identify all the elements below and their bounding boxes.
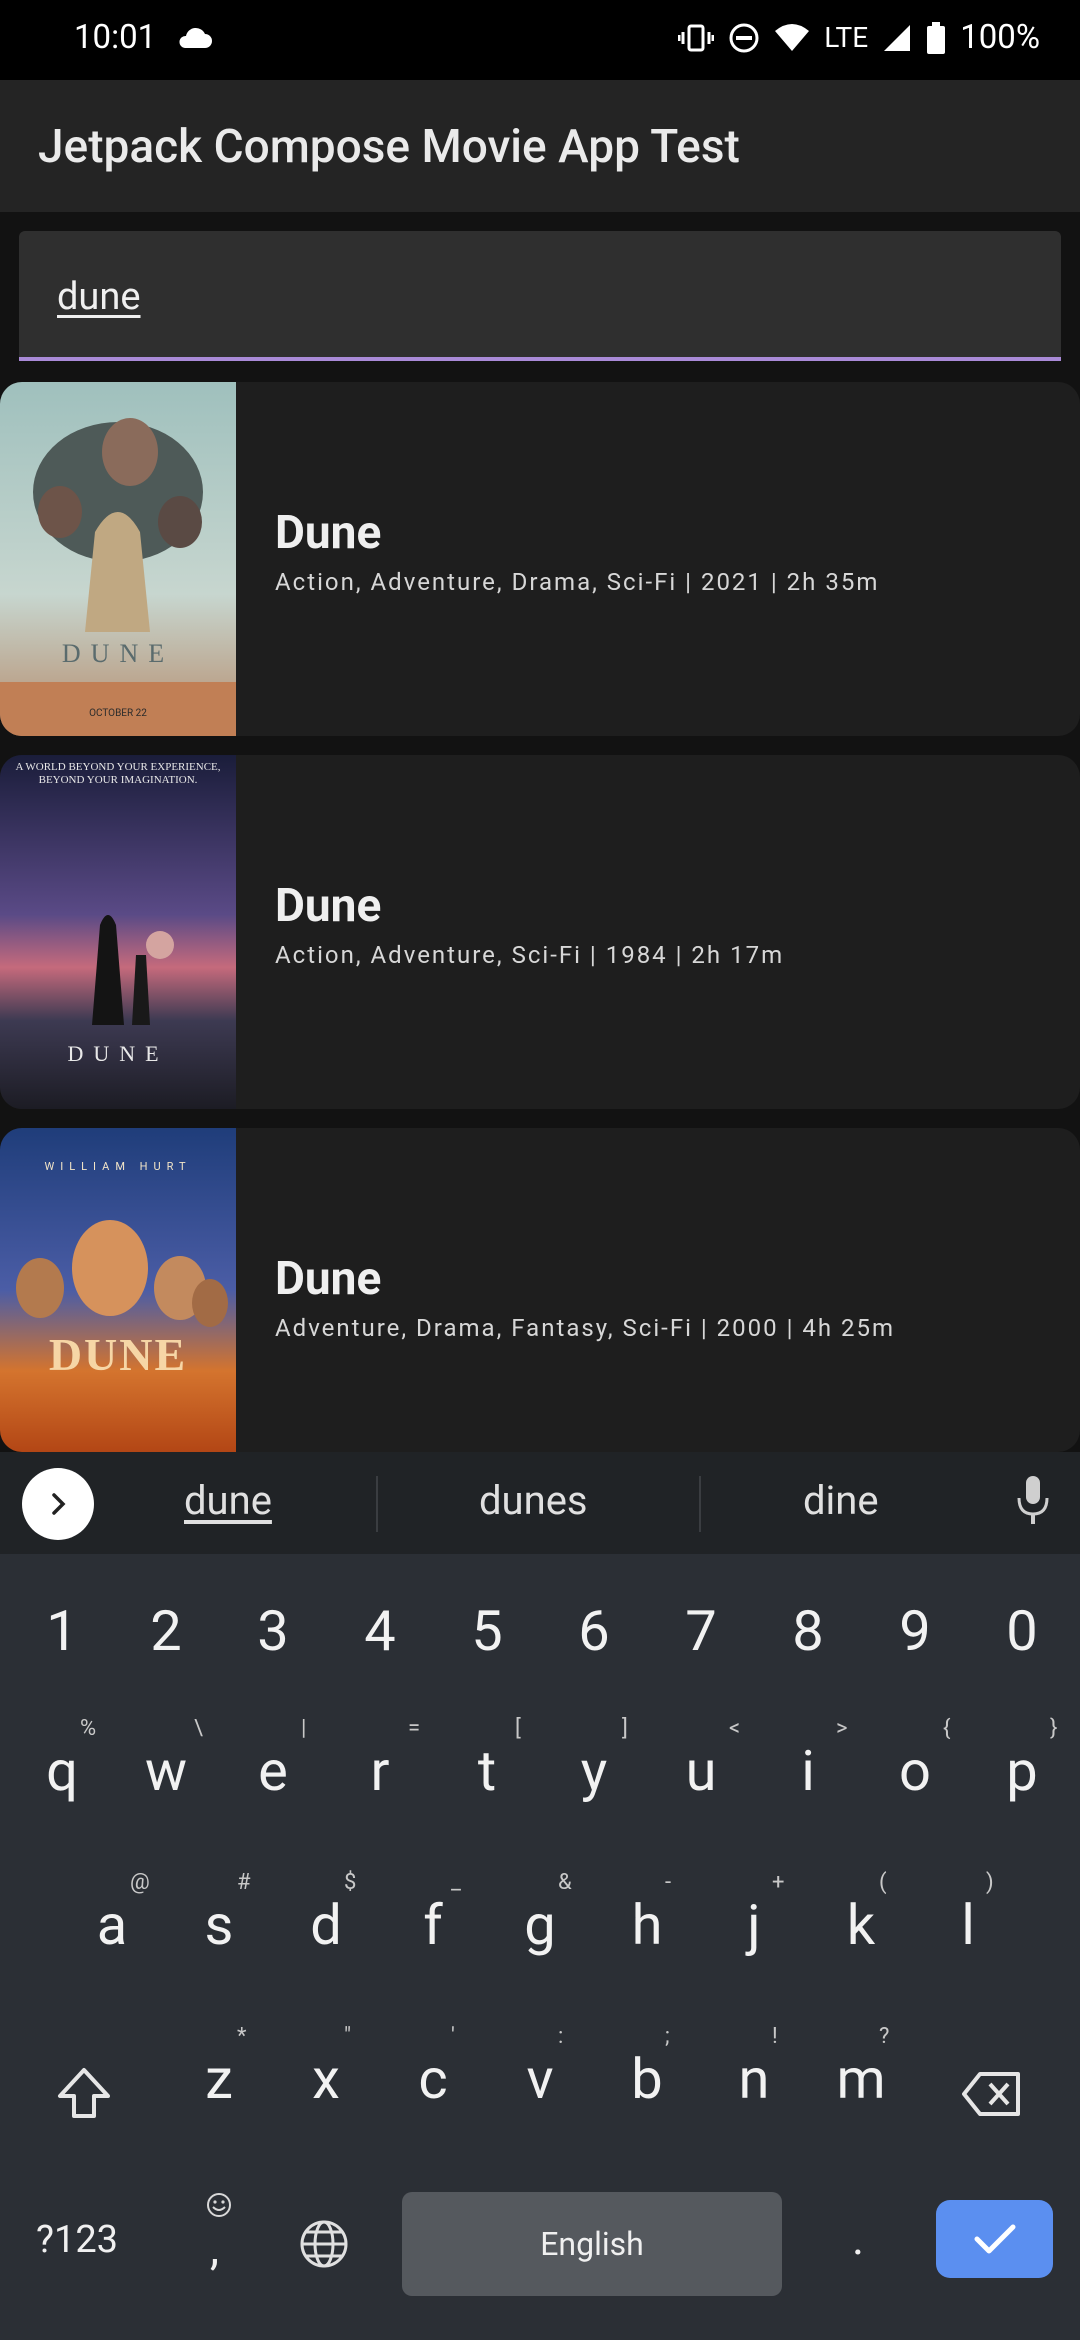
divider	[376, 1476, 378, 1532]
movie-meta: Adventure, Drama, Fantasy, Sci-Fi | 2000…	[275, 1314, 896, 1342]
key-i[interactable]: i >	[768, 1716, 848, 1804]
symbols-key[interactable]: ?123	[36, 2218, 118, 2262]
movie-card[interactable]: A WORLD BEYOND YOUR EXPERIENCE, BEYOND Y…	[0, 755, 1080, 1109]
movie-title: Dune	[275, 1252, 382, 1306]
poster-title: DUNE	[67, 1041, 169, 1066]
soft-keyboard: dune dunes dine 1 2 3 4 5 6 7 8 9 0 q% w…	[0, 1452, 1080, 2340]
key-x[interactable]: x "	[286, 2024, 366, 2112]
vibrate-icon	[678, 24, 715, 51]
app-title: Jetpack Compose Movie App Test	[38, 120, 740, 174]
movie-card[interactable]: DUNE OCTOBER 22 Dune Action, Adventure, …	[0, 382, 1080, 736]
key-t[interactable]: t[	[447, 1716, 527, 1804]
key-l[interactable]: l)	[928, 1870, 1008, 1958]
movie-title: Dune	[275, 879, 382, 933]
movie-meta: Action, Adventure, Sci-Fi | 1984 | 2h 17…	[275, 941, 785, 969]
movie-card[interactable]: WILLIAM HURT DUNE Dune Adventure, Drama,…	[0, 1128, 1080, 1452]
chevron-right-icon	[52, 1493, 66, 1515]
emoji-icon	[207, 2193, 231, 2217]
key-w[interactable]: w \	[126, 1716, 206, 1804]
key-e[interactable]: e |	[233, 1716, 313, 1804]
poster-date: OCTOBER 22	[89, 708, 147, 719]
movie-meta: Action, Adventure, Drama, Sci-Fi | 2021 …	[275, 568, 880, 596]
key-9[interactable]: 9	[875, 1598, 955, 1664]
key-s[interactable]: s #	[179, 1870, 259, 1958]
wifi-icon	[775, 23, 810, 51]
key-n[interactable]: n!	[714, 2024, 794, 2112]
key-3[interactable]: 3	[233, 1598, 313, 1664]
key-b[interactable]: b;	[607, 2024, 687, 2112]
globe-icon[interactable]	[298, 2218, 350, 2270]
key-o[interactable]: o{	[875, 1716, 955, 1804]
microphone-icon[interactable]	[1016, 1474, 1050, 1526]
key-0[interactable]: 0	[982, 1598, 1062, 1664]
suggestion-2[interactable]: dunes	[479, 1477, 588, 1524]
key-f[interactable]: f _	[393, 1870, 473, 1958]
movie-poster	[0, 382, 236, 736]
period-key[interactable]: .	[852, 2212, 864, 2266]
check-icon	[974, 2224, 1015, 2254]
comma-label: ,	[210, 2222, 220, 2276]
status-time: 10:01	[74, 18, 157, 57]
key-a[interactable]: a @	[72, 1870, 152, 1958]
key-5[interactable]: 5	[447, 1598, 527, 1664]
key-m[interactable]: m?	[821, 2024, 901, 2112]
shift-icon[interactable]	[54, 2066, 114, 2122]
key-6[interactable]: 6	[554, 1598, 634, 1664]
space-bar[interactable]: English	[402, 2192, 782, 2296]
key-4[interactable]: 4	[340, 1598, 420, 1664]
search-value: dune	[57, 275, 141, 319]
movie-poster	[0, 1128, 236, 1452]
movie-title: Dune	[275, 506, 382, 560]
key-g[interactable]: g &	[500, 1870, 580, 1958]
key-c[interactable]: c '	[393, 2024, 473, 2112]
key-z[interactable]: z *	[179, 2024, 259, 2112]
suggestion-3[interactable]: dine	[803, 1477, 879, 1524]
key-j[interactable]: j +	[714, 1870, 794, 1958]
cloud-icon	[179, 27, 212, 48]
key-y[interactable]: y]	[554, 1716, 634, 1804]
key-1[interactable]: 1	[22, 1598, 102, 1664]
key-h[interactable]: h-	[607, 1870, 687, 1958]
do-not-disturb-icon	[729, 23, 759, 52]
key-7[interactable]: 7	[661, 1598, 741, 1664]
network-type: LTE	[824, 21, 869, 54]
top-app-bar: Jetpack Compose Movie App Test	[0, 80, 1080, 212]
poster-tagline: A WORLD BEYOND YOUR EXPERIENCE, BEYOND Y…	[15, 761, 221, 786]
battery-level: 100%	[960, 18, 1040, 57]
poster-title: DUNE	[48, 1329, 188, 1380]
key-q[interactable]: q%	[22, 1716, 102, 1804]
suggestion-strip: dune dunes dine	[0, 1452, 1080, 1554]
battery-icon	[927, 21, 946, 54]
key-v[interactable]: v:	[500, 2024, 580, 2112]
poster-actor: WILLIAM HURT	[44, 1160, 192, 1173]
key-k[interactable]: k(	[821, 1870, 901, 1958]
enter-key[interactable]	[936, 2200, 1053, 2278]
status-bar: 10:01 LTE 100%	[0, 0, 1080, 80]
backspace-icon[interactable]	[960, 2070, 1024, 2118]
divider	[699, 1476, 701, 1532]
poster-title: DUNE	[61, 639, 175, 668]
key-r[interactable]: r =	[340, 1716, 421, 1804]
expand-toolbar-button[interactable]	[22, 1468, 94, 1540]
key-u[interactable]: u <	[661, 1716, 741, 1804]
search-input[interactable]: dune	[19, 231, 1061, 361]
key-8[interactable]: 8	[768, 1598, 848, 1664]
key-2[interactable]: 2	[126, 1598, 206, 1664]
signal-icon	[884, 24, 911, 51]
key-p[interactable]: p}	[982, 1716, 1062, 1804]
suggestion-1[interactable]: dune	[184, 1477, 272, 1524]
key-d[interactable]: d $	[286, 1870, 366, 1958]
